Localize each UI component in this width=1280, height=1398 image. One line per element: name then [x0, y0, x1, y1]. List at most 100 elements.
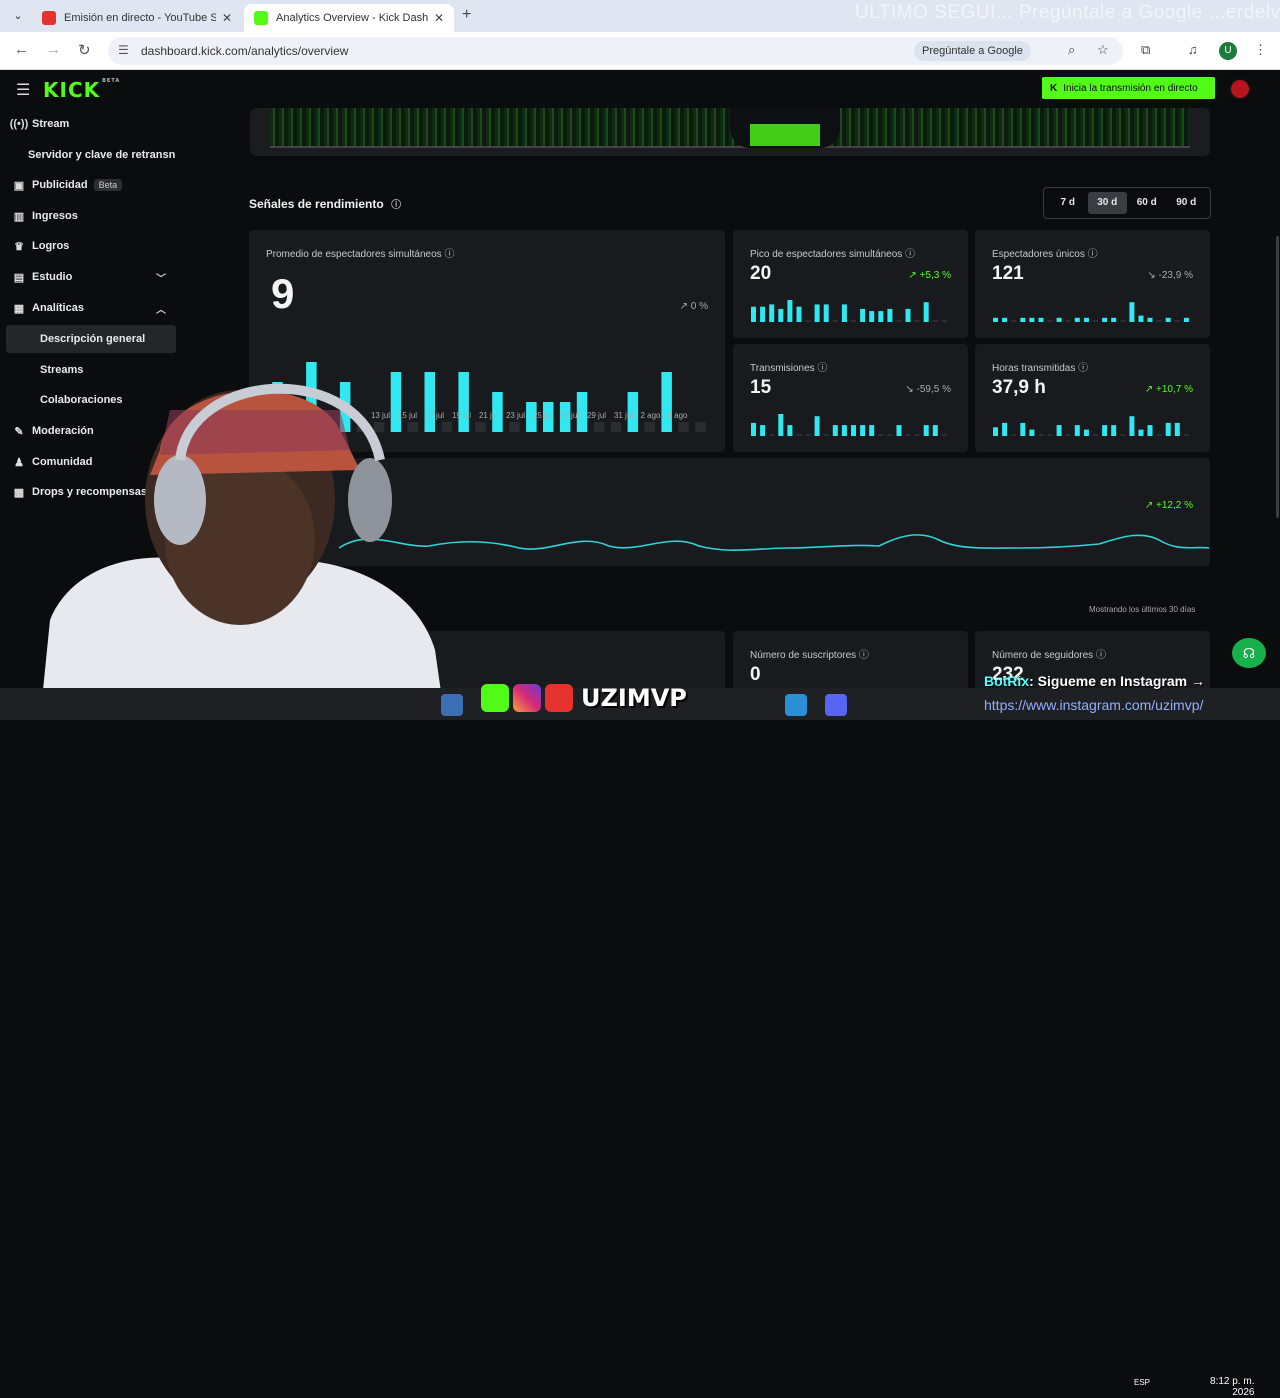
taskbar-app-icon[interactable]: [785, 694, 807, 716]
chevron-up-icon[interactable]: ︿: [156, 301, 166, 316]
zoom-icon[interactable]: ⌕: [1068, 42, 1075, 58]
forward-icon[interactable]: →: [46, 41, 61, 58]
card-value: 121: [992, 263, 1024, 284]
beta-badge: Beta: [93, 179, 123, 191]
spark-bar: [778, 414, 784, 436]
bar[interactable]: [475, 422, 486, 432]
spark-bar: [751, 306, 756, 322]
spark-bar: [1147, 425, 1153, 436]
spark-bar: [751, 422, 756, 436]
reload-icon[interactable]: ↻: [78, 41, 91, 59]
profile-avatar[interactable]: U: [1219, 42, 1237, 60]
bar[interactable]: [678, 422, 689, 432]
sidebar-item-estudio[interactable]: ▤ Estudio ﹀: [6, 263, 176, 291]
card-title: Promedio de espectadores simultáneos ⓘ: [266, 249, 455, 260]
site-info-icon[interactable]: ☰: [118, 43, 129, 57]
spark-bar: [832, 320, 838, 322]
banner-art-image: [730, 108, 840, 148]
menu-kebab-icon[interactable]: ⋮: [1254, 42, 1267, 58]
sidebar-item-descripción-general[interactable]: Descripción general: [6, 325, 176, 353]
close-tab-icon[interactable]: ✕: [222, 11, 232, 25]
sidebar-item-label: Descripción general: [40, 333, 146, 345]
x-tick-label: 4 ago: [667, 411, 688, 420]
range-option[interactable]: 60 d: [1127, 192, 1167, 214]
spark-bar: [896, 320, 902, 322]
bar[interactable]: [695, 422, 706, 432]
card-value: 0: [750, 664, 761, 685]
spark-bar: [1102, 425, 1108, 436]
spark-bar: [1011, 434, 1017, 436]
bar[interactable]: [644, 422, 656, 432]
taskbar-clock[interactable]: 8:12 p. m. 2026: [1210, 1376, 1254, 1398]
scrollbar[interactable]: [1276, 236, 1279, 518]
extensions-icon[interactable]: ⧉: [1141, 42, 1150, 58]
x-tick-label: 2 ago: [640, 411, 661, 420]
card-value: 20: [750, 263, 772, 284]
tab-search-icon[interactable]: ⌄: [8, 6, 28, 26]
kick-logo[interactable]: KICK BETA: [43, 78, 120, 102]
spark-bar: [1020, 422, 1026, 436]
range-option[interactable]: 90 d: [1167, 192, 1207, 214]
spark-bar: [993, 317, 998, 322]
instagram-url: https://www.instagram.com/uzimvp/: [984, 697, 1204, 713]
spark-bar: [1065, 320, 1071, 322]
hours-sparkline: [993, 416, 1189, 436]
discord-icon[interactable]: [825, 694, 847, 716]
new-tab-icon[interactable]: +: [462, 6, 471, 24]
go-live-button[interactable]: K Inicia la transmisión en directo: [1042, 77, 1215, 99]
hamburger-menu-icon[interactable]: ☰: [16, 80, 30, 100]
address-bar: ← → ↻ ☰ dashboard.kick.com/analytics/ove…: [0, 32, 1280, 70]
trophy-icon: ♛: [14, 240, 24, 253]
sidebar-item-logros[interactable]: ♛ Logros: [6, 232, 176, 260]
ask-google-button[interactable]: Pregúntale a Google: [914, 41, 1031, 61]
card-delta: ↘ -23,9 %: [1147, 270, 1193, 281]
card-title: Número de suscriptores ⓘ: [750, 650, 869, 661]
spark-bar: [1083, 429, 1089, 436]
spark-bar: [796, 434, 802, 436]
sidebar-item-label: Servidor y clave de retransn: [28, 149, 176, 161]
spark-bar: [932, 320, 938, 322]
sidebar-item-stream[interactable]: ((•)) Stream: [6, 110, 176, 138]
user-avatar[interactable]: [1229, 78, 1251, 100]
gift-icon: ▩: [13, 486, 25, 499]
spark-bar: [841, 425, 847, 436]
spark-bar: [932, 425, 938, 436]
instagram-icon: [513, 684, 541, 712]
spark-bar: [805, 434, 811, 436]
chevron-down-icon[interactable]: ﹀: [156, 270, 166, 285]
spark-bar: [1156, 320, 1162, 322]
hours-card: Horas transmitidas ⓘ 37,9 h ↗ +10,7 %: [975, 344, 1210, 452]
close-tab-icon[interactable]: ✕: [434, 11, 444, 25]
spark-bar: [814, 304, 820, 322]
sidebar-item-analíticas[interactable]: ▦ Analíticas ︿: [6, 294, 176, 322]
streams-card: Transmisiones ⓘ 15 ↘ -59,5 %: [733, 344, 968, 452]
bar[interactable]: [593, 422, 605, 432]
bookmark-star-icon[interactable]: ☆: [1097, 42, 1109, 58]
kick-favicon-icon: [254, 11, 268, 25]
spark-bar: [1111, 317, 1117, 322]
spark-bar: [860, 308, 866, 322]
support-chat-icon[interactable]: ☊: [1232, 638, 1266, 668]
url-omnibox[interactable]: ☰ dashboard.kick.com/analytics/overview …: [108, 37, 1123, 65]
sidebar-item-publicidad[interactable]: ▣ Publicidad Beta: [6, 171, 176, 199]
bar[interactable]: [661, 372, 672, 432]
taskbar-app-icon[interactable]: [441, 694, 463, 716]
tab-youtube[interactable]: Emisión en directo - YouTube St ✕: [32, 4, 242, 32]
back-icon[interactable]: ←: [14, 41, 29, 58]
bar[interactable]: [509, 422, 520, 432]
bar[interactable]: [610, 422, 622, 432]
tab-kick-analytics[interactable]: Analytics Overview - Kick Dashb ✕: [244, 4, 454, 32]
sidebar-item-label: Estudio: [32, 271, 73, 283]
spark-bar: [869, 425, 875, 436]
range-option[interactable]: 7 d: [1048, 192, 1088, 214]
spark-bar: [914, 434, 920, 436]
media-control-icon[interactable]: ♫: [1188, 42, 1198, 57]
language-indicator[interactable]: ESP: [1134, 1378, 1150, 1387]
sidebar-item-servidor-y-clave-de-retransn[interactable]: Servidor y clave de retransn: [6, 141, 176, 169]
bar[interactable]: [458, 372, 469, 432]
url-text[interactable]: dashboard.kick.com/analytics/overview: [141, 44, 348, 58]
info-icon[interactable]: ⓘ: [391, 200, 401, 211]
sidebar-item-ingresos[interactable]: ▥ Ingresos: [6, 202, 176, 230]
spark-bar: [1029, 429, 1035, 436]
range-option[interactable]: 30 d: [1087, 192, 1127, 214]
